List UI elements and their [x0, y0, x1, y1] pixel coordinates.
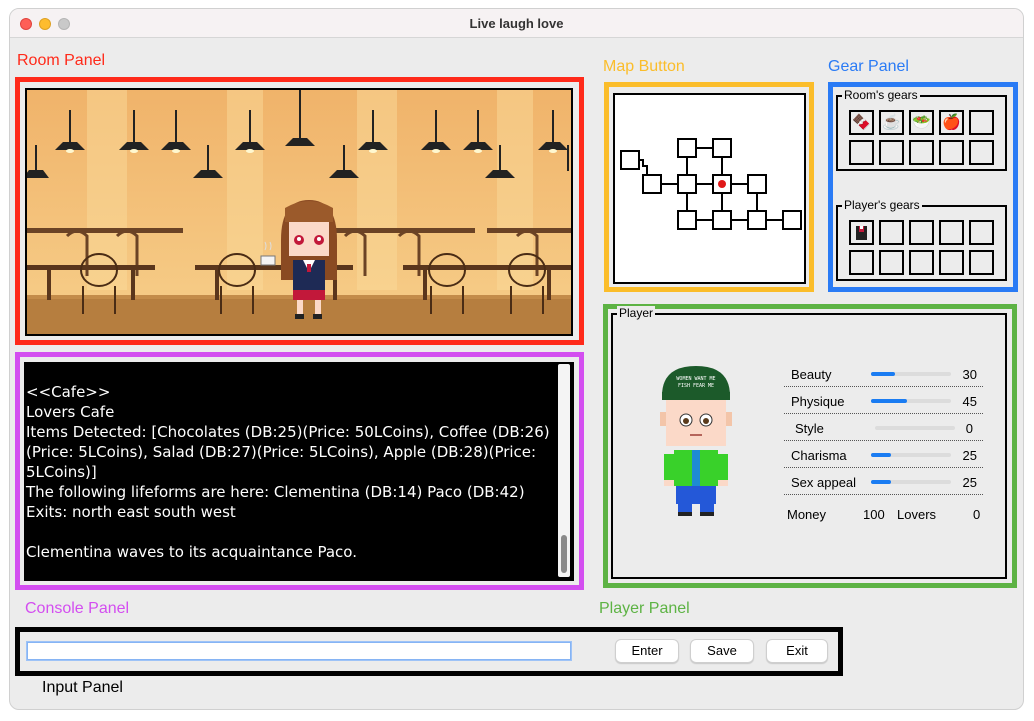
console-line: <<Cafe>>	[26, 383, 111, 401]
stat-label-physique: Physique	[791, 394, 845, 409]
room-gear-slot-empty[interactable]	[969, 110, 994, 135]
exit-button[interactable]: Exit	[766, 639, 828, 663]
chocolates-icon[interactable]: 🍫	[849, 110, 874, 135]
stat-value-physique: 45	[962, 394, 977, 409]
stat-label-charisma: Charisma	[791, 448, 847, 463]
room-gears-title: Room's gears	[842, 88, 920, 102]
money-label: Money	[787, 507, 827, 522]
console-output: <<Cafe>> Lovers Cafe Items Detected: [Ch…	[24, 362, 574, 581]
gear-panel-label: Gear Panel	[828, 58, 909, 75]
console-line: Exits: north east south west	[26, 503, 236, 521]
cafe-scene-image	[27, 90, 571, 334]
console-line: Lovers Cafe	[26, 403, 115, 421]
stat-value-beauty: 30	[962, 367, 977, 382]
player-gear-slot-empty[interactable]	[909, 250, 934, 275]
player-gear-slot-empty[interactable]	[849, 250, 874, 275]
player-gear-slot-empty[interactable]	[969, 250, 994, 275]
apple-icon[interactable]: 🍎	[939, 110, 964, 135]
console-line: The following lifeforms are here: Clemen…	[26, 483, 525, 501]
player-gears-title: Player's gears	[842, 198, 922, 212]
stat-bar-beauty	[871, 372, 951, 376]
money-value: 100	[863, 507, 885, 522]
player-panel-label: Player Panel	[599, 600, 690, 617]
stat-bar-charisma	[871, 453, 951, 457]
player-title: Player	[617, 306, 656, 320]
console-line: Clementina waves to its acquaintance Pac…	[26, 543, 357, 561]
enter-button[interactable]: Enter	[615, 639, 679, 663]
console-scrollbar[interactable]	[558, 364, 570, 577]
console-scroll-thumb[interactable]	[561, 535, 567, 573]
coffee-icon[interactable]: ☕	[879, 110, 904, 135]
room-scene	[25, 88, 573, 336]
player-gear-slot-empty[interactable]	[879, 250, 904, 275]
room-gear-slot-empty[interactable]	[849, 140, 874, 165]
player-gear-slot-empty[interactable]	[969, 220, 994, 245]
title-bar: Live laugh love	[10, 9, 1023, 38]
room-gear-slot-empty[interactable]	[879, 140, 904, 165]
save-button[interactable]: Save	[690, 639, 754, 663]
stat-bar-physique	[871, 399, 951, 403]
console-panel-label: Console Panel	[25, 600, 130, 617]
map-button[interactable]	[613, 93, 806, 284]
stat-bar-sex-appeal	[871, 480, 951, 484]
room-panel-label: Room Panel	[17, 52, 106, 69]
stat-label-beauty: Beauty	[791, 367, 832, 382]
salad-icon[interactable]: 🥗	[909, 110, 934, 135]
input-panel-label: Input Panel	[42, 679, 123, 696]
stat-value-style: 0	[965, 421, 973, 436]
jacket-icon[interactable]	[849, 220, 874, 245]
stat-label-sex-appeal: Sex appeal	[791, 475, 857, 490]
room-gear-slot-empty[interactable]	[939, 140, 964, 165]
player-avatar: WOMEN WANT ME FISH FEAR ME	[660, 366, 732, 516]
player-gear-slot-empty[interactable]	[939, 250, 964, 275]
lovers-value: 0	[973, 507, 981, 522]
room-gear-slot-empty[interactable]	[909, 140, 934, 165]
player-gear-slot-empty[interactable]	[939, 220, 964, 245]
current-room-marker	[718, 180, 726, 188]
room-gear-slot-empty[interactable]	[969, 140, 994, 165]
stat-bar-style	[875, 426, 955, 430]
command-input[interactable]	[26, 641, 572, 661]
console-line: Items Detected: [Chocolates (DB:25)(Pric…	[26, 423, 550, 481]
stat-value-charisma: 25	[962, 448, 977, 463]
stat-value-sex-appeal: 25	[962, 475, 977, 490]
map-button-label: Map Button	[603, 58, 685, 75]
player-gear-slot-empty[interactable]	[879, 220, 904, 245]
cap-text-line1: WOMEN WANT ME	[676, 376, 715, 382]
player-gear-slot-empty[interactable]	[909, 220, 934, 245]
stat-label-style: Style	[795, 421, 824, 436]
cap-text-line2: FISH FEAR ME	[678, 383, 714, 389]
map-diagram	[620, 138, 802, 230]
window-title: Live laugh love	[469, 16, 564, 31]
lovers-label: Lovers	[897, 507, 937, 522]
